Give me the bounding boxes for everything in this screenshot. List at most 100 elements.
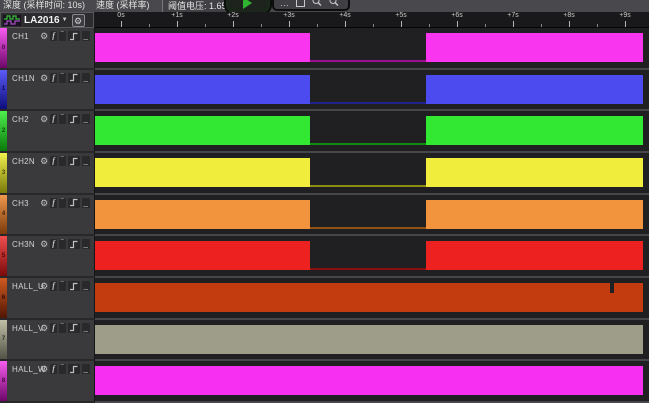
trigger-low-level-icon[interactable]: _ [82,239,90,249]
channel-settings-icon[interactable]: ⚙ [40,198,48,208]
ruler-major-tick [569,21,570,27]
channel-settings-icon[interactable]: ⚙ [40,364,48,374]
waveform-high-segment [95,116,310,145]
channel-settings-icon[interactable]: ⚙ [40,73,48,83]
channel-row-ch3: 4 CH3 ⚙ f ‾ _ [0,195,649,237]
channel-controls: ⚙ f ‾ _ [40,31,90,41]
trigger-low-level-icon[interactable]: _ [82,73,90,83]
ruler-tick-label: +4s [330,12,360,19]
trigger-high-level-icon[interactable]: ‾ [59,156,66,166]
waveform-track[interactable] [95,361,649,403]
zoom-in-icon[interactable] [312,0,322,9]
ruler-tick-label: 0s [106,12,136,19]
waveform-track[interactable] [95,111,649,153]
waveform-high-segment [426,116,643,145]
trigger-high-level-icon[interactable]: ‾ [59,198,66,208]
trigger-high-level-icon[interactable]: ‾ [59,281,66,291]
device-settings-button[interactable]: ⚙ [72,14,85,27]
trigger-edge-icon[interactable] [68,31,80,41]
waveform-high-segment [426,200,643,229]
waveform-high-segment [95,325,643,354]
trigger-edge-icon[interactable] [68,73,80,83]
waveform-high-segment [95,75,310,104]
trigger-edge-icon[interactable] [68,198,80,208]
time-ruler[interactable]: 0s+1s+2s+3s+4s+5s+6s+7s+8s+9s [95,12,649,28]
channel-settings-icon[interactable]: ⚙ [40,239,48,249]
channel-trigger-f-icon[interactable]: f [50,364,57,374]
waveform-track[interactable] [95,320,649,362]
trigger-low-level-icon[interactable]: _ [82,114,90,124]
trigger-edge-icon[interactable] [68,239,80,249]
ruler-minor-tick [429,24,430,27]
channel-trigger-f-icon[interactable]: f [50,323,57,333]
channel-settings-icon[interactable]: ⚙ [40,281,48,291]
channel-controls: ⚙ f ‾ _ [40,281,90,291]
channel-header: 0 CH1 ⚙ f ‾ _ [0,28,95,70]
channel-row-ch1n: 1 CH1N ⚙ f ‾ _ [0,70,649,112]
channel-trigger-f-icon[interactable]: f [50,281,57,291]
channel-settings-icon[interactable]: ⚙ [40,323,48,333]
trigger-high-level-icon[interactable]: ‾ [59,73,66,83]
channel-controls: ⚙ f ‾ _ [40,114,90,124]
fit-page-icon[interactable] [296,0,305,9]
trigger-low-level-icon[interactable]: _ [82,198,90,208]
chevron-down-icon: ▼ [62,17,68,23]
channel-controls: ⚙ f ‾ _ [40,73,90,83]
ruler-tick-label: +3s [274,12,304,19]
trigger-edge-icon[interactable] [68,323,80,333]
trigger-high-level-icon[interactable]: ‾ [59,114,66,124]
ruler-tick-label: +8s [554,12,584,19]
channel-trigger-f-icon[interactable]: f [50,114,57,124]
trigger-high-level-icon[interactable]: ‾ [59,239,66,249]
channel-number: 6 [0,295,7,301]
trigger-edge-icon[interactable] [68,364,80,374]
waveform-high-segment [95,200,310,229]
ruler-tick-label: +5s [386,12,416,19]
more-options-icon[interactable]: … [280,0,289,9]
waveform-track[interactable] [95,278,649,320]
trigger-high-level-icon[interactable]: ‾ [59,31,66,41]
device-name-label: LA2016 [24,15,60,26]
waveform-track[interactable] [95,28,649,70]
ruler-minor-tick [149,24,150,27]
zoom-out-icon[interactable] [329,0,339,9]
waveform-track[interactable] [95,236,649,278]
channel-row-ch2: 2 CH2 ⚙ f ‾ _ [0,111,649,153]
header-row: LA2016 ▼ ⚙ 0s+1s+2s+3s+4s+5s+6s+7s+8s+9s [0,12,649,28]
waveform-high-segment [426,241,643,270]
channel-settings-icon[interactable]: ⚙ [40,31,48,41]
ruler-minor-tick [317,24,318,27]
trigger-edge-icon[interactable] [68,281,80,291]
ruler-minor-tick [541,24,542,27]
waveform-track[interactable] [95,195,649,237]
channel-header: 8 HALL_W ⚙ f ‾ _ [0,361,95,403]
trigger-edge-icon[interactable] [68,114,80,124]
channel-trigger-f-icon[interactable]: f [50,31,57,41]
trigger-high-level-icon[interactable]: ‾ [59,323,66,333]
trigger-low-level-icon[interactable]: _ [82,31,90,41]
channel-number: 2 [0,128,7,134]
waveform-track[interactable] [95,153,649,195]
waveform-notch [610,283,614,293]
ruler-tick-label: +9s [610,12,640,19]
channel-rows: 0 CH1 ⚙ f ‾ _ 1 CH1N ⚙ f ‾ [0,28,649,403]
trigger-high-level-icon[interactable]: ‾ [59,364,66,374]
device-selector[interactable]: LA2016 ▼ ⚙ [0,12,94,28]
waveform-high-segment [95,33,310,62]
trigger-edge-icon[interactable] [68,156,80,166]
trigger-low-level-icon[interactable]: _ [82,156,90,166]
waveform-high-segment [426,158,643,187]
channel-trigger-f-icon[interactable]: f [50,198,57,208]
channel-trigger-f-icon[interactable]: f [50,73,57,83]
channel-trigger-f-icon[interactable]: f [50,156,57,166]
channel-settings-icon[interactable]: ⚙ [40,114,48,124]
trigger-low-level-icon[interactable]: _ [82,281,90,291]
trigger-low-level-icon[interactable]: _ [82,323,90,333]
trigger-low-level-icon[interactable]: _ [82,364,90,374]
channel-trigger-f-icon[interactable]: f [50,239,57,249]
ruler-tick-label: +1s [162,12,192,19]
channel-row-ch2n: 3 CH2N ⚙ f ‾ _ [0,153,649,195]
waveform-track[interactable] [95,70,649,112]
channel-settings-icon[interactable]: ⚙ [40,156,48,166]
waveform-high-segment [426,33,643,62]
